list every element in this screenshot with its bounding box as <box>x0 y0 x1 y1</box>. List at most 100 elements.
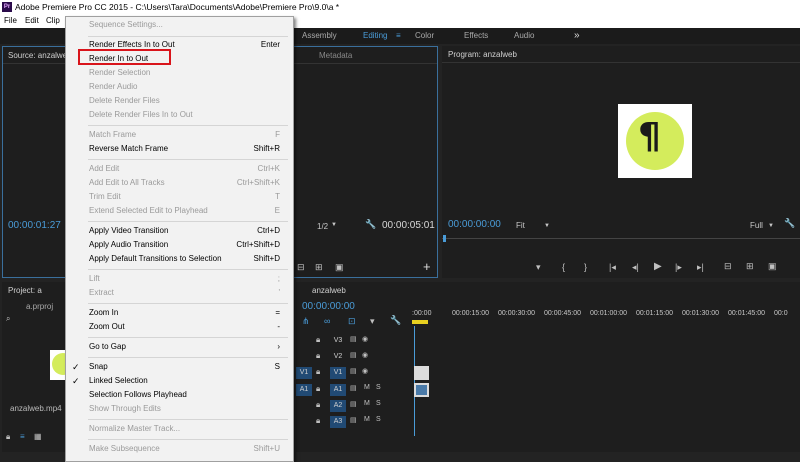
menu-item-extend-edit[interactable]: Extend Selected Edit to Playhead E <box>66 204 293 218</box>
sync-lock-icon[interactable]: ▤ <box>350 400 357 408</box>
list-view-icon[interactable]: ≡ <box>20 432 25 441</box>
menu-item-sequence-settings[interactable]: Sequence Settings... <box>66 18 293 32</box>
menu-item-match-frame[interactable]: Match Frame F <box>66 128 293 142</box>
icon-view-icon[interactable]: ▦ <box>34 432 42 441</box>
menu-item-go-to-gap[interactable]: Go to Gap › <box>66 340 293 354</box>
lock-icon[interactable]: 🔒︎ <box>316 367 320 377</box>
solo-button[interactable]: S <box>376 416 381 423</box>
track-label-a2[interactable]: A2 <box>330 400 346 412</box>
menu-item-selection-follows-playhead[interactable]: Selection Follows Playhead <box>66 388 293 402</box>
menu-item-zoom-out[interactable]: Zoom Out - <box>66 320 293 334</box>
track-label-a1[interactable]: A1 <box>330 384 346 396</box>
tab-assembly[interactable]: Assembly <box>302 28 337 44</box>
menu-item-apply-video-transition[interactable]: Apply Video Transition Ctrl+D <box>66 224 293 238</box>
workspace-menu-icon[interactable]: ≡ <box>396 28 401 44</box>
more-workspaces-icon[interactable]: » <box>574 28 580 44</box>
wrench-icon[interactable]: 🔧 <box>390 315 401 326</box>
marker-icon[interactable]: ▾ <box>536 262 541 273</box>
mark-in-icon[interactable]: { <box>562 262 565 272</box>
mark-out-icon[interactable]: } <box>584 262 587 272</box>
camera-icon[interactable]: ▣ <box>768 261 777 272</box>
tab-audio[interactable]: Audio <box>514 28 534 44</box>
lock-icon[interactable]: 🔒︎ <box>316 400 320 410</box>
menu-item-reverse-match-frame[interactable]: Reverse Match Frame Shift+R <box>66 142 293 156</box>
step-back-icon[interactable]: ◂| <box>632 262 639 273</box>
go-to-out-icon[interactable]: ▸| <box>697 262 704 273</box>
add-button[interactable]: + <box>423 259 431 274</box>
track-label-v1[interactable]: V1 <box>330 367 346 379</box>
menu-clip[interactable]: Clip <box>46 14 60 28</box>
track-label-v3[interactable]: V3 <box>330 335 346 347</box>
lock-icon[interactable]: 🔒︎ <box>316 384 320 394</box>
video-clip[interactable] <box>414 366 429 380</box>
source-patch-a1[interactable]: A1 <box>296 384 312 396</box>
sync-lock-icon[interactable]: ▤ <box>350 335 357 343</box>
track-label-v2[interactable]: V2 <box>330 351 346 363</box>
step-forward-icon[interactable]: |▸ <box>675 262 682 273</box>
sync-lock-icon[interactable]: ▤ <box>350 384 357 392</box>
go-to-in-icon[interactable]: |◂ <box>609 262 616 273</box>
wrench-icon[interactable]: 🔧 <box>365 219 376 230</box>
menu-item-lift[interactable]: Lift; <box>66 272 293 286</box>
fit-dropdown[interactable]: Fit <box>516 221 525 230</box>
mute-button[interactable]: M <box>364 400 370 407</box>
timeline-tab[interactable]: anzalweb <box>312 286 346 295</box>
time-ruler[interactable]: :00:00 00:00:15:00 00:00:30:00 00:00:45:… <box>412 306 800 326</box>
menu-item-extract[interactable]: Extract ' <box>66 286 293 300</box>
scrub-bar[interactable] <box>442 238 800 239</box>
menu-item-apply-default-transitions[interactable]: Apply Default Transitions to Selection Sh… <box>66 252 293 266</box>
sync-lock-icon[interactable]: ▤ <box>350 367 357 375</box>
menu-item-show-through-edits[interactable]: Show Through Edits <box>66 402 293 416</box>
menu-file[interactable]: File <box>4 14 17 28</box>
program-tab[interactable]: Program: anzalweb <box>448 50 517 59</box>
source-tab[interactable]: Source: anzalweb <box>8 51 72 60</box>
menu-item-add-edit[interactable]: Add Edit Ctrl+K <box>66 162 293 176</box>
add-marker-icon[interactable]: ⊡ <box>348 316 356 327</box>
lock-icon[interactable]: 🔒︎ <box>6 432 10 442</box>
tab-color[interactable]: Color <box>415 28 434 44</box>
program-timecode[interactable]: 00:00:00:00 <box>448 219 501 230</box>
metadata-tab[interactable]: Metadata <box>319 51 352 60</box>
play-icon[interactable]: ▶ <box>654 261 662 272</box>
eye-icon[interactable]: ◉ <box>362 367 368 375</box>
project-tab[interactable]: Project: a <box>8 286 42 295</box>
wrench-icon[interactable]: 🔧 <box>784 218 795 229</box>
lock-icon[interactable]: 🔒︎ <box>316 351 320 361</box>
menu-edit[interactable]: Edit <box>25 14 39 28</box>
menu-item-make-subsequence[interactable]: Make Subsequence Shift+U <box>66 442 293 456</box>
camera-icon[interactable]: ▣ <box>335 262 344 273</box>
source-patch-v1[interactable]: V1 <box>296 367 312 379</box>
eye-icon[interactable]: ◉ <box>362 335 368 343</box>
solo-button[interactable]: S <box>376 384 381 391</box>
audio-clip[interactable] <box>414 383 429 397</box>
eye-icon[interactable]: ◉ <box>362 351 368 359</box>
menu-item-apply-audio-transition[interactable]: Apply Audio Transition Ctrl+Shift+D <box>66 238 293 252</box>
menu-item-render-audio[interactable]: Render Audio <box>66 80 293 94</box>
search-icon[interactable]: ⌕ <box>6 314 10 324</box>
menu-item-linked-selection[interactable]: ✓ Linked Selection <box>66 374 293 388</box>
solo-button[interactable]: S <box>376 400 381 407</box>
menu-item-delete-render-files[interactable]: Delete Render Files <box>66 94 293 108</box>
menu-item-add-edit-all[interactable]: Add Edit to All Tracks Ctrl+Shift+K <box>66 176 293 190</box>
extract-icon[interactable]: ⊞ <box>746 261 754 272</box>
menu-item-zoom-in[interactable]: Zoom In = <box>66 306 293 320</box>
linked-icon[interactable]: ∞ <box>324 316 330 326</box>
menu-item-delete-render-in-out[interactable]: Delete Render Files In to Out <box>66 108 293 122</box>
lift-icon[interactable]: ⊟ <box>724 261 732 272</box>
playhead-marker[interactable] <box>443 235 446 242</box>
menu-item-normalize-master-track[interactable]: Normalize Master Track... <box>66 422 293 436</box>
resolution-dropdown[interactable]: 1/2 <box>317 222 328 231</box>
quality-dropdown[interactable]: Full <box>750 221 763 230</box>
snap-icon[interactable]: ⋔ <box>302 316 310 327</box>
menu-item-render-selection[interactable]: Render Selection <box>66 66 293 80</box>
marker-icon[interactable]: ▾ <box>370 316 375 327</box>
tab-effects[interactable]: Effects <box>464 28 488 44</box>
lock-icon[interactable]: 🔒︎ <box>316 416 320 426</box>
sync-lock-icon[interactable]: ▤ <box>350 351 357 359</box>
menu-item-trim-edit[interactable]: Trim Edit T <box>66 190 293 204</box>
timeline-timecode[interactable]: 00:00:00:00 <box>302 301 355 312</box>
mute-button[interactable]: M <box>364 416 370 423</box>
source-timecode[interactable]: 00:00:01:27 <box>8 220 61 231</box>
sync-lock-icon[interactable]: ▤ <box>350 416 357 424</box>
menu-item-snap[interactable]: ✓ Snap S <box>66 360 293 374</box>
